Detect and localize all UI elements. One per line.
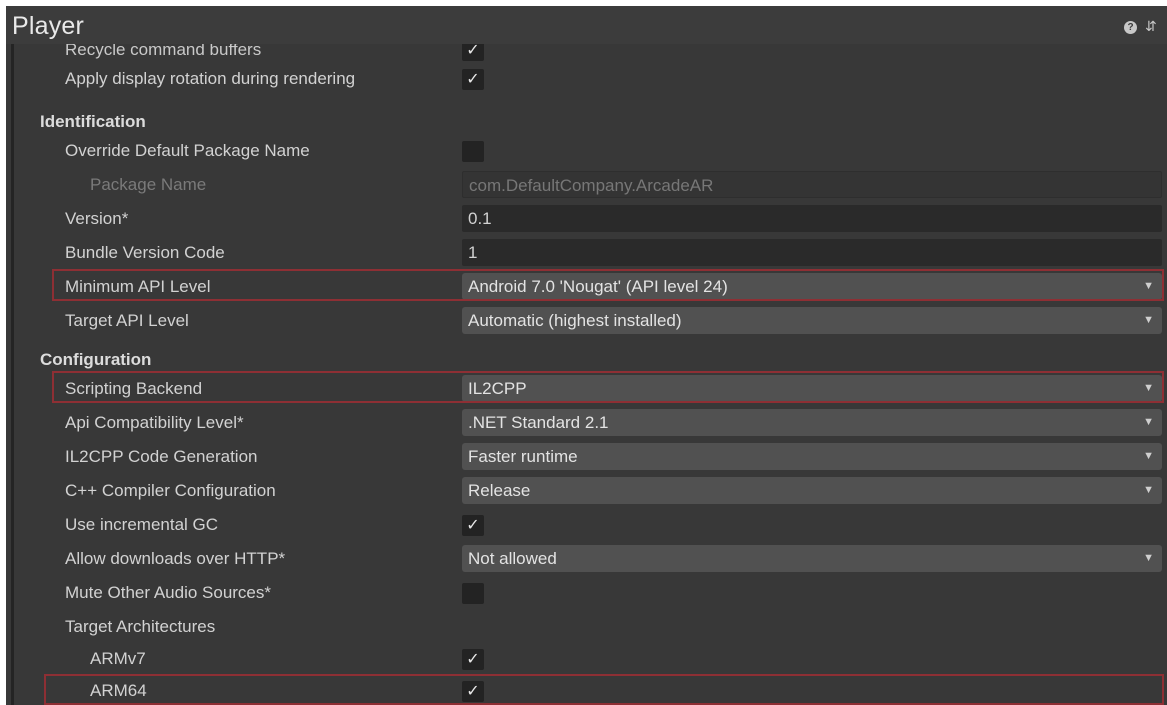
minimum-api-level-label: Minimum API Level [65, 277, 211, 296]
version-label: Version* [65, 209, 129, 228]
row-target-architectures: Target Architectures [6, 610, 1167, 644]
chevron-down-icon: ▼ [1143, 280, 1154, 292]
target-api-level-value: Automatic (highest installed) [468, 311, 682, 330]
target-architectures-label: Target Architectures [65, 617, 216, 636]
cpp-compiler-configuration-value: Release [468, 481, 531, 500]
api-compatibility-level-label: Api Compatibility Level* [65, 413, 244, 432]
inspector-frame: Player ? ⇵ Recycle command buffers ✓ App… [0, 0, 1167, 705]
override-package-name-label: Override Default Package Name [65, 141, 310, 160]
bundle-version-code-field[interactable]: 1 [462, 239, 1162, 266]
target-api-level-dropdown[interactable]: Automatic (highest installed) ▼ [462, 307, 1162, 334]
use-incremental-gc-checkbox[interactable]: ✓ [462, 515, 484, 536]
version-field[interactable]: 0.1 [462, 205, 1162, 232]
row-cpp-compiler-configuration: C++ Compiler Configuration Release ▼ [6, 474, 1167, 508]
identification-header: Identification [40, 112, 146, 131]
use-incremental-gc-label: Use incremental GC [65, 515, 219, 534]
row-version: Version* 0.1 [6, 202, 1167, 236]
row-il2cpp-code-generation: IL2CPP Code Generation Faster runtime ▼ [6, 440, 1167, 474]
row-arm64: ARM64 ✓ [6, 674, 1167, 705]
scripting-backend-value: IL2CPP [468, 379, 527, 398]
api-compatibility-level-value: .NET Standard 2.1 [468, 413, 609, 432]
chevron-down-icon: ▼ [1143, 382, 1154, 394]
cpp-compiler-configuration-dropdown[interactable]: Release ▼ [462, 477, 1162, 504]
api-compatibility-level-dropdown[interactable]: .NET Standard 2.1 ▼ [462, 409, 1162, 436]
scripting-backend-dropdown[interactable]: IL2CPP ▼ [462, 375, 1162, 402]
target-api-level-label: Target API Level [65, 311, 189, 330]
il2cpp-code-generation-value: Faster runtime [468, 447, 578, 466]
chevron-down-icon: ▼ [1143, 416, 1154, 428]
settings-sliders-icon[interactable]: ⇵ [1145, 18, 1159, 34]
il2cpp-code-generation-dropdown[interactable]: Faster runtime ▼ [462, 443, 1162, 470]
minimum-api-level-value: Android 7.0 'Nougat' (API level 24) [468, 277, 728, 296]
chevron-down-icon: ▼ [1143, 552, 1154, 564]
row-override-package-name: Override Default Package Name [6, 134, 1167, 168]
scroll-indent-bar [11, 44, 14, 705]
row-mute-other-audio-sources: Mute Other Audio Sources* [6, 576, 1167, 610]
il2cpp-code-generation-label: IL2CPP Code Generation [65, 447, 258, 466]
cpp-compiler-configuration-label: C++ Compiler Configuration [65, 481, 276, 500]
override-package-name-checkbox[interactable] [462, 141, 484, 162]
chevron-down-icon: ▼ [1143, 484, 1154, 496]
row-use-incremental-gc: Use incremental GC ✓ [6, 508, 1167, 542]
package-name-label: Package Name [90, 175, 207, 194]
row-allow-downloads-http: Allow downloads over HTTP* Not allowed ▼ [6, 542, 1167, 576]
package-name-field: com.DefaultCompany.ArcadeAR [462, 171, 1162, 198]
allow-downloads-http-value: Not allowed [468, 549, 557, 568]
allow-downloads-http-dropdown[interactable]: Not allowed ▼ [462, 545, 1162, 572]
apply-display-rotation-label: Apply display rotation during rendering [65, 69, 356, 88]
mute-other-audio-sources-label: Mute Other Audio Sources* [65, 583, 272, 602]
configuration-header: Configuration [40, 350, 152, 369]
scripting-backend-label: Scripting Backend [65, 379, 203, 398]
row-scripting-backend: Scripting Backend IL2CPP ▼ [6, 372, 1167, 406]
row-package-name: Package Name com.DefaultCompany.ArcadeAR [6, 168, 1167, 202]
bundle-version-code-label: Bundle Version Code [65, 243, 225, 262]
row-bundle-version-code: Bundle Version Code 1 [6, 236, 1167, 270]
armv7-checkbox[interactable]: ✓ [462, 649, 484, 670]
chevron-down-icon: ▼ [1143, 314, 1154, 326]
chevron-down-icon: ▼ [1143, 450, 1154, 462]
settings-content: Recycle command buffers ✓ Apply display … [6, 6, 1167, 705]
window-title: Player [12, 12, 85, 40]
titlebar: Player ? ⇵ [6, 6, 1167, 44]
minimum-api-level-dropdown[interactable]: Android 7.0 'Nougat' (API level 24) ▼ [462, 273, 1162, 300]
row-target-api-level: Target API Level Automatic (highest inst… [6, 304, 1167, 338]
apply-display-rotation-checkbox[interactable]: ✓ [462, 69, 484, 90]
row-armv7: ARMv7 ✓ [6, 642, 1167, 676]
row-api-compatibility-level: Api Compatibility Level* .NET Standard 2… [6, 406, 1167, 440]
arm64-checkbox[interactable]: ✓ [462, 681, 484, 702]
arm64-label: ARM64 [90, 681, 147, 700]
row-minimum-api-level: Minimum API Level Android 7.0 'Nougat' (… [6, 270, 1167, 304]
player-settings-panel: Player ? ⇵ Recycle command buffers ✓ App… [6, 6, 1167, 705]
mute-other-audio-sources-checkbox[interactable] [462, 583, 484, 604]
allow-downloads-http-label: Allow downloads over HTTP* [65, 549, 286, 568]
help-icon[interactable]: ? [1124, 21, 1137, 34]
row-apply-display-rotation: Apply display rotation during rendering … [6, 62, 1167, 96]
armv7-label: ARMv7 [90, 649, 146, 668]
